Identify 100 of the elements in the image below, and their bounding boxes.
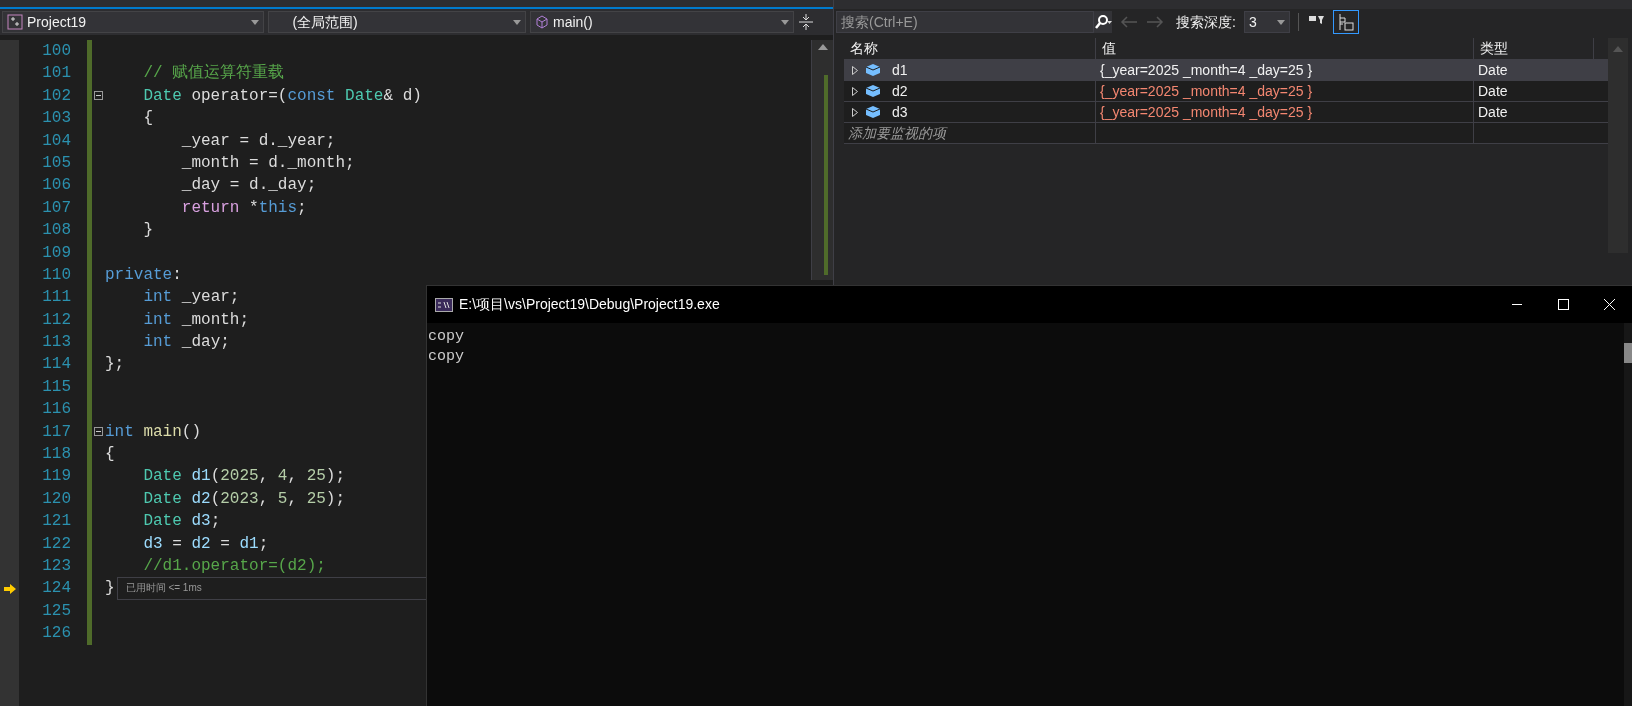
line-number: 106 [42,176,71,195]
scroll-up-icon[interactable] [817,44,828,50]
line-number: 103 [42,109,71,128]
close-icon [1603,299,1615,310]
code-line: Date d1(2025, 4, 25); [142,466,346,488]
search-field[interactable]: 搜索(Ctrl+E) [836,11,1094,33]
vertical-scrollbar[interactable] [1624,323,1632,706]
caret-icon [251,19,259,25]
line-number: 120 [42,489,71,508]
line-number: 109 [42,243,71,262]
line-number: 124 [42,579,71,598]
watch-row[interactable]: d3 {_year=2025 _month=4 _day=25 } Date [844,102,1608,123]
code-line: Date d3; [142,511,221,533]
column-header[interactable]: 类型 [1474,38,1594,59]
line-number: 115 [42,377,71,396]
code-line: int _year; [142,287,240,309]
line-number: 118 [42,445,71,464]
cube-icon [866,64,880,76]
console-app-icon [435,297,453,312]
minimize-icon [1512,304,1522,305]
vertical-scrollbar[interactable] [811,40,833,280]
cube-icon [866,106,880,118]
cube-icon [866,85,880,97]
console-output-line: copy [428,327,465,347]
line-number: 110 [42,265,71,284]
collapse-icon[interactable] [94,427,103,437]
caret-icon [781,19,789,25]
column-header[interactable]: 名称 [844,38,1096,59]
watch-row[interactable]: d2 {_year=2025 _month=4 _day=25 } Date [844,81,1608,102]
collapse-icon[interactable] [94,91,103,101]
code-line: { [142,108,153,130]
line-number: 122 [42,534,71,553]
depth-label: 搜索深度: [1176,12,1236,32]
add-watch-placeholder[interactable]: 添加要监视的项 [848,122,946,144]
line-number: 117 [42,422,71,441]
member-dropdown[interactable]: main() [530,11,794,33]
line-number: 104 [42,131,71,150]
maximize-icon [1557,299,1569,310]
code-line: private: [105,264,182,286]
line-number: 123 [42,557,71,575]
code-line: } [142,220,153,242]
watch-row[interactable]: d1 {_year=2025 _month=4 _day=25 } Date [844,60,1608,81]
code-line: Date d2(2023, 5, 25); [142,488,346,510]
expand-arrow-icon[interactable] [852,107,858,117]
code-line: return *this; [180,197,307,219]
line-number: 126 [42,624,71,643]
line-number: 102 [42,86,71,105]
search-icon[interactable] [1094,15,1112,29]
variable-value: {_year=2025 _month=4 _day=25 } [1100,60,1313,80]
code-line: // 赋值运算符重载 [142,63,285,85]
line-number: 101 [42,64,71,83]
code-line: int main() [105,421,202,443]
line-number: 125 [42,601,71,620]
caret-icon [1276,19,1285,25]
line-number: 119 [42,467,71,486]
expand-arrow-icon[interactable] [852,86,858,96]
variable-type: Date [1478,102,1508,122]
variable-name: d1 [892,60,908,80]
column-header[interactable]: 值 [1096,38,1474,59]
line-number: 108 [42,221,71,240]
line-number: 111 [42,288,71,307]
line-number: 114 [42,355,71,374]
code-line: int _month; [142,309,250,331]
code-line: _day = d._day; [180,175,317,197]
window-title: E:\项目\vs\Project19\Debug\Project19.exe [459,295,720,314]
code-line: } [105,578,115,600]
code-line: d3 = d2 = d1; [142,533,269,555]
code-line: int _day; [142,332,230,354]
line-number: 112 [42,310,71,329]
line-number: 113 [42,333,71,352]
scope-dropdown[interactable]: (全局范围) [268,11,526,33]
hex-display-button[interactable] [1332,10,1359,34]
split-icon[interactable] [798,13,814,31]
variable-name: d3 [892,102,908,122]
code-line: }; [105,354,125,376]
project-icon [7,14,23,30]
code-line: { [105,444,115,466]
code-line: _year = d._year; [180,130,336,152]
variable-name: d2 [892,81,908,101]
variable-value: {_year=2025 _month=4 _day=25 } [1100,102,1313,122]
perf-tip[interactable]: 已用时间 <= 1ms [125,577,202,600]
project-dropdown[interactable]: Project19 [2,11,264,33]
expand-arrow-icon[interactable] [852,65,858,75]
depth-dropdown[interactable]: 3 [1243,11,1290,33]
vertical-scrollbar[interactable] [1608,38,1628,253]
line-number: 100 [42,42,71,60]
code-line: //d1.operator=(d2); [142,556,326,577]
line-number: 121 [42,512,71,531]
caret-icon [513,19,521,25]
cube-icon [535,15,549,29]
code-line: _month = d._month; [180,152,355,174]
console-output-line: copy [428,347,465,367]
variable-type: Date [1478,81,1508,101]
line-number: 105 [42,153,71,172]
column-text-icon [1337,13,1354,31]
line-number: 107 [42,198,71,217]
variable-type: Date [1478,60,1508,80]
line-number: 116 [42,400,71,419]
variable-value: {_year=2025 _month=4 _day=25 } [1100,81,1313,101]
code-line: Date operator=(const Date& d) [142,85,422,107]
